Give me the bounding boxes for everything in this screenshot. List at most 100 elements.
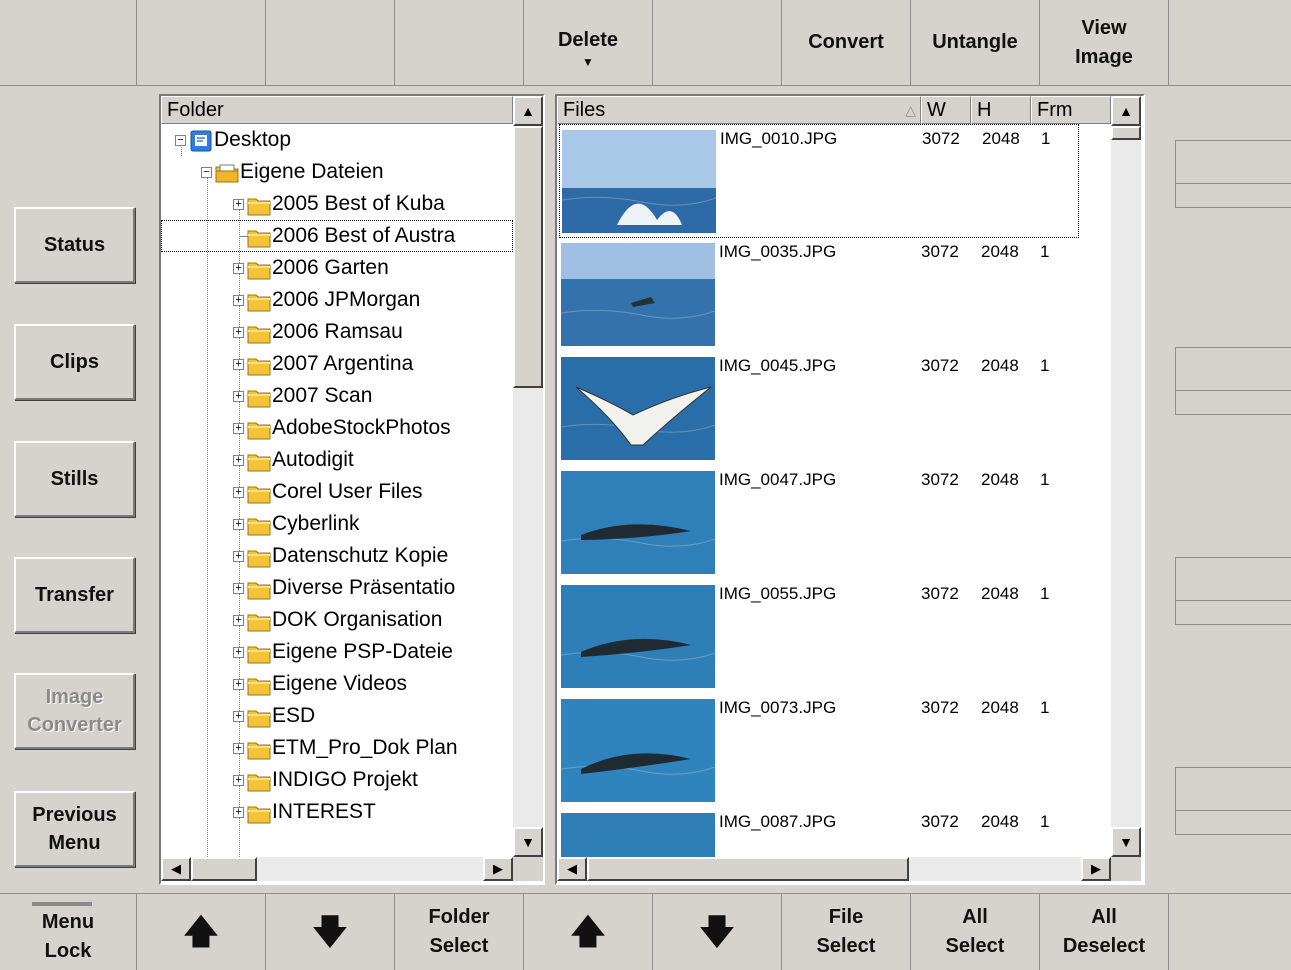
view-image-button[interactable]: View Image — [1040, 0, 1169, 86]
expand-icon[interactable]: + — [233, 263, 244, 274]
folder-tree-item[interactable]: + Autodigit — [161, 444, 513, 476]
file-thumbnail[interactable] — [561, 130, 717, 233]
folder-tree-item[interactable]: − Desktop — [161, 124, 513, 156]
file-up-button[interactable]: 🡅 — [524, 894, 653, 970]
file-thumbnail[interactable] — [561, 813, 715, 857]
stills-button[interactable]: Stills — [14, 441, 135, 517]
width-column-header[interactable]: W — [921, 96, 971, 124]
collapse-icon[interactable]: − — [175, 135, 186, 146]
folder-tree-item[interactable]: 2006 Best of Austra — [161, 220, 513, 252]
folder-tree-item[interactable]: + AdobeStockPhotos — [161, 412, 513, 444]
expand-icon[interactable]: + — [233, 391, 244, 402]
toolbar-button-3[interactable] — [266, 0, 395, 86]
menu-lock-button[interactable]: Menu Lock — [0, 894, 137, 970]
scroll-down-arrow-icon[interactable]: ▼ — [513, 827, 543, 857]
file-thumbnail[interactable] — [560, 699, 716, 802]
expand-icon[interactable]: + — [233, 359, 244, 370]
toolbar-button-4[interactable] — [395, 0, 524, 86]
scroll-right-arrow-icon[interactable]: ▶ — [1081, 857, 1111, 881]
clips-button[interactable]: Clips — [14, 324, 135, 400]
folder-tree-item[interactable]: +2006 JPMorgan — [161, 284, 513, 316]
bottom-toolbar-empty-button[interactable] — [1169, 894, 1291, 970]
scroll-left-arrow-icon[interactable]: ◀ — [557, 857, 587, 881]
scroll-down-arrow-icon[interactable]: ▼ — [1111, 827, 1141, 857]
expand-icon[interactable]: + — [233, 199, 244, 210]
folder-tree-item[interactable]: + Eigene PSP-Dateie — [161, 636, 513, 668]
folder-tree-item[interactable]: + Corel User Files — [161, 476, 513, 508]
files-horizontal-scrollbar[interactable]: ◀ ▶ — [557, 857, 1111, 881]
file-row[interactable]: IMG_0047.JPG 3072 2048 1 — [559, 466, 1079, 580]
folder-down-button[interactable]: 🡇 — [266, 894, 395, 970]
file-thumbnail[interactable] — [560, 243, 716, 346]
expand-icon[interactable]: + — [233, 327, 244, 338]
file-thumbnail[interactable] — [560, 585, 716, 688]
folder-tree-item[interactable]: + Eigene Videos — [161, 668, 513, 700]
files-column-header[interactable]: Files △ — [557, 96, 921, 124]
files-hscroll-thumb[interactable] — [587, 857, 909, 881]
file-thumbnail[interactable] — [560, 471, 716, 574]
file-row[interactable]: IMG_0045.JPG 3072 2048 1 — [559, 352, 1079, 466]
toolbar-button-1[interactable] — [0, 0, 137, 86]
folder-column-header[interactable]: Folder — [161, 96, 513, 124]
folder-vertical-scrollbar[interactable]: ▲ ▼ — [513, 96, 543, 857]
file-row[interactable]: IMG_0055.JPG 3072 2048 1 — [559, 580, 1079, 694]
frames-column-header[interactable]: Frm — [1031, 96, 1111, 124]
expand-icon[interactable]: + — [233, 295, 244, 306]
folder-tree-item[interactable]: + Cyberlink — [161, 508, 513, 540]
folder-tree-item[interactable]: +2007 Scan — [161, 380, 513, 412]
all-deselect-button[interactable]: All Deselect — [1040, 894, 1169, 970]
file-select-button[interactable]: File Select — [782, 894, 911, 970]
files-scroll-thumb[interactable] — [1111, 126, 1141, 140]
file-row[interactable]: IMG_0010.JPG 3072 2048 1 — [559, 124, 1079, 238]
scroll-left-arrow-icon[interactable]: ◀ — [161, 857, 191, 881]
folder-tree-item[interactable]: +2005 Best of Kuba — [161, 188, 513, 220]
scroll-right-arrow-icon[interactable]: ▶ — [483, 857, 513, 881]
folder-tree-item[interactable]: + INTEREST — [161, 796, 513, 828]
expand-icon[interactable]: + — [233, 647, 244, 658]
expand-icon[interactable]: + — [233, 423, 244, 434]
delete-button[interactable]: Delete ▼ — [524, 0, 653, 86]
file-down-button[interactable]: 🡇 — [653, 894, 782, 970]
scroll-up-arrow-icon[interactable]: ▲ — [1111, 96, 1141, 126]
height-column-header[interactable]: H — [971, 96, 1031, 124]
untangle-button[interactable]: Untangle — [911, 0, 1040, 86]
folder-tree-item[interactable]: +2006 Ramsau — [161, 316, 513, 348]
folder-up-button[interactable]: 🡅 — [137, 894, 266, 970]
previous-menu-button[interactable]: Previous Menu — [14, 791, 135, 867]
file-row[interactable]: IMG_0073.JPG 3072 2048 1 — [559, 694, 1079, 808]
folder-select-button[interactable]: Folder Select — [395, 894, 524, 970]
toolbar-button-2[interactable] — [137, 0, 266, 86]
file-thumbnail[interactable] — [560, 357, 716, 460]
files-vertical-scrollbar[interactable]: ▲ ▼ — [1111, 96, 1141, 857]
expand-icon[interactable]: + — [233, 711, 244, 722]
expand-icon[interactable]: + — [233, 679, 244, 690]
folder-tree-item[interactable]: + INDIGO Projekt — [161, 764, 513, 796]
folder-tree-item[interactable]: + ESD — [161, 700, 513, 732]
convert-button[interactable]: Convert — [782, 0, 911, 86]
all-select-button[interactable]: All Select — [911, 894, 1040, 970]
toolbar-button-10[interactable] — [1169, 0, 1291, 86]
expand-icon[interactable]: + — [233, 487, 244, 498]
file-row[interactable]: IMG_0087.JPG 3072 2048 1 — [559, 808, 1079, 857]
scroll-up-arrow-icon[interactable]: ▲ — [513, 96, 543, 126]
folder-horizontal-scrollbar[interactable]: ◀ ▶ — [161, 857, 513, 881]
expand-icon[interactable]: + — [233, 519, 244, 530]
folder-scroll-thumb[interactable] — [513, 126, 543, 388]
expand-icon[interactable]: + — [233, 551, 244, 562]
status-button[interactable]: Status — [14, 207, 135, 283]
toolbar-button-6[interactable] — [653, 0, 782, 86]
expand-icon[interactable]: + — [233, 615, 244, 626]
folder-tree-item[interactable]: +2007 Argentina — [161, 348, 513, 380]
folder-tree-item[interactable]: + DOK Organisation — [161, 604, 513, 636]
folder-tree-item[interactable]: +2006 Garten — [161, 252, 513, 284]
expand-icon[interactable]: + — [233, 583, 244, 594]
expand-icon[interactable]: + — [233, 743, 244, 754]
expand-icon[interactable]: + — [233, 807, 244, 818]
folder-tree-item[interactable]: − Eigene Dateien — [161, 156, 513, 188]
folder-tree-item[interactable]: + Datenschutz Kopie — [161, 540, 513, 572]
folder-tree-item[interactable]: + ETM_Pro_Dok Plan — [161, 732, 513, 764]
folder-hscroll-thumb[interactable] — [191, 857, 257, 881]
expand-icon[interactable]: + — [233, 455, 244, 466]
folder-tree-item[interactable]: + Diverse Präsentatio — [161, 572, 513, 604]
transfer-button[interactable]: Transfer — [14, 557, 135, 633]
